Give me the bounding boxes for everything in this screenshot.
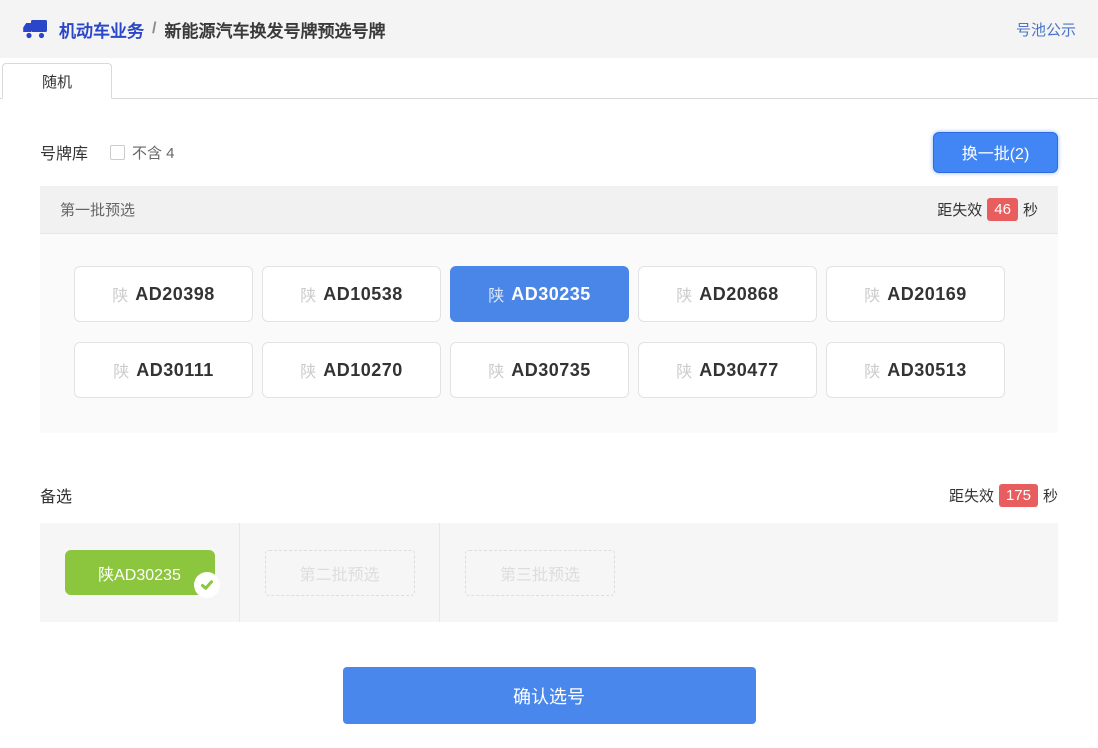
confirm-selection-button[interactable]: 确认选号	[343, 667, 756, 724]
backup-title: 备选	[40, 483, 72, 507]
backup-countdown: 距失效 175 秒	[949, 484, 1058, 507]
first-batch-countdown: 距失效 46 秒	[937, 198, 1038, 221]
check-icon	[194, 572, 220, 598]
backup-cell-batch2: 第二批预选	[240, 523, 440, 622]
plate-option[interactable]: 陕 AD30111	[74, 342, 253, 398]
tab-bar: 随机	[0, 63, 1098, 99]
backup-selected-plate-label: 陕AD30235	[98, 561, 181, 585]
plate-option[interactable]: 陕 AD10538	[262, 266, 441, 322]
plate-province: 陕	[676, 282, 692, 306]
plate-number: AD30513	[887, 360, 967, 381]
plate-number: AD10270	[323, 360, 403, 381]
exclude-4-label: 不含 4	[132, 142, 175, 163]
plate-option[interactable]: 陕 AD30513	[826, 342, 1005, 398]
pool-row: 号牌库 不含 4 换一批(2)	[40, 131, 1058, 173]
backup-cell-empty	[640, 523, 1058, 622]
plate-province: 陕	[864, 282, 880, 306]
backup-cell-batch3: 第三批预选	[440, 523, 640, 622]
countdown-value-badge: 175	[999, 484, 1038, 507]
plate-province: 陕	[113, 358, 129, 382]
exclude-4-checkbox[interactable]	[110, 145, 125, 160]
plate-number: AD20169	[887, 284, 967, 305]
plate-number: AD10538	[323, 284, 403, 305]
plate-province: 陕	[488, 282, 504, 306]
plate-province: 陕	[488, 358, 504, 382]
batch2-placeholder: 第二批预选	[265, 550, 415, 596]
countdown-suffix: 秒	[1043, 485, 1058, 506]
countdown-value-badge: 46	[987, 198, 1018, 221]
backup-header-row: 备选 距失效 175 秒	[40, 483, 1058, 507]
plate-number: AD20398	[135, 284, 215, 305]
breadcrumb-separator: /	[152, 20, 156, 38]
plate-option[interactable]: 陕 AD10270	[262, 342, 441, 398]
plate-grid: 陕 AD20398 陕 AD10538 陕 AD30235 陕 AD20868 陕 AD20169…	[40, 234, 1040, 433]
countdown-prefix: 距失效	[949, 485, 994, 506]
plate-number: AD30735	[511, 360, 591, 381]
plate-option[interactable]: 陕 AD30735	[450, 342, 629, 398]
backup-body: 陕AD30235 第二批预选 第三批预选	[40, 523, 1058, 622]
first-batch-title: 第一批预选	[60, 199, 135, 220]
pool-label: 号牌库	[40, 140, 88, 164]
plate-option[interactable]: 陕 AD30477	[638, 342, 817, 398]
plate-province: 陕	[864, 358, 880, 382]
backup-cell-selected: 陕AD30235	[40, 523, 240, 622]
exclude-4-filter[interactable]: 不含 4	[110, 142, 175, 163]
pool-publicity-link[interactable]: 号池公示	[1016, 19, 1076, 40]
backup-selected-plate[interactable]: 陕AD30235	[65, 550, 215, 595]
plate-option[interactable]: 陕 AD20169	[826, 266, 1005, 322]
truck-icon	[22, 18, 49, 40]
countdown-prefix: 距失效	[937, 199, 982, 220]
plate-option[interactable]: 陕 AD20398	[74, 266, 253, 322]
page-title: 新能源汽车换发号牌预选号牌	[164, 17, 385, 42]
plate-number: AD30477	[699, 360, 779, 381]
plate-number: AD20868	[699, 284, 779, 305]
plate-province: 陕	[676, 358, 692, 382]
first-batch-header: 第一批预选 距失效 46 秒	[40, 186, 1058, 234]
plate-number: AD30235	[511, 284, 591, 305]
first-batch-section: 第一批预选 距失效 46 秒 陕AD20398陕AD10538陕AD30235陕…	[40, 186, 1058, 433]
plate-province: 陕	[300, 358, 316, 382]
batch3-placeholder: 第三批预选	[465, 550, 615, 596]
plate-option[interactable]: 陕 AD20868	[638, 266, 817, 322]
plate-option[interactable]: 陕 AD30235	[450, 266, 629, 322]
tab-random[interactable]: 随机	[2, 63, 112, 99]
app-title: 机动车业务	[59, 17, 144, 42]
header: 机动车业务 / 新能源汽车换发号牌预选号牌 号池公示	[0, 0, 1098, 58]
plate-province: 陕	[112, 282, 128, 306]
plate-number: AD30111	[136, 360, 214, 381]
plate-province: 陕	[300, 282, 316, 306]
change-batch-button[interactable]: 换一批(2)	[933, 132, 1058, 173]
countdown-suffix: 秒	[1023, 199, 1038, 220]
